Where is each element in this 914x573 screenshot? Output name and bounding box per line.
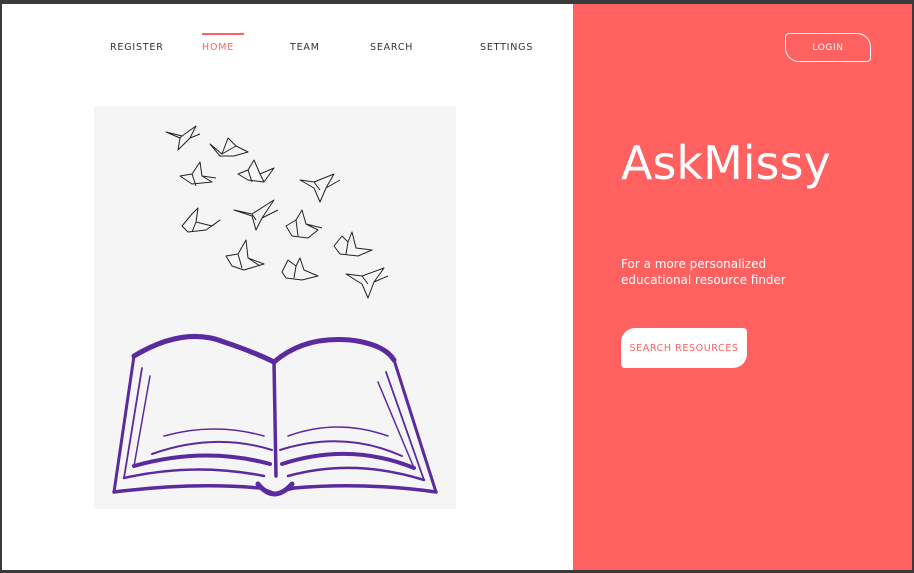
- app-window: REGISTER HOME TEAM SEARCH SETTINGS LOGIN…: [2, 4, 912, 570]
- nav-register[interactable]: REGISTER: [110, 42, 164, 53]
- origami-bird-icon: [237, 159, 275, 183]
- origami-bird-icon: [333, 231, 373, 257]
- active-tab-indicator: [202, 33, 244, 35]
- login-button[interactable]: LOGIN: [785, 33, 871, 62]
- hero-panel: LOGIN AskMissy For a more personalized e…: [573, 4, 912, 570]
- origami-bird-icon: [299, 173, 341, 203]
- open-book-icon: [112, 334, 438, 497]
- origami-bird-icon: [281, 257, 319, 281]
- nav-home[interactable]: HOME: [202, 42, 234, 53]
- origami-bird-icon: [345, 267, 389, 299]
- nav-team[interactable]: TEAM: [290, 42, 320, 53]
- origami-bird-icon: [179, 161, 217, 187]
- nav-settings[interactable]: SETTINGS: [480, 42, 533, 53]
- origami-bird-icon: [165, 125, 201, 151]
- tagline: For a more personalized educational reso…: [621, 257, 786, 287]
- origami-bird-icon: [225, 239, 265, 271]
- origami-bird-icon: [181, 207, 221, 233]
- origami-bird-icon: [285, 209, 323, 239]
- origami-bird-icon: [209, 137, 249, 157]
- book-illustration: [94, 106, 456, 509]
- brand-title: AskMissy: [621, 136, 831, 190]
- content-pane: REGISTER HOME TEAM SEARCH SETTINGS: [2, 4, 573, 570]
- nav-search[interactable]: SEARCH: [370, 42, 413, 53]
- origami-bird-icon: [233, 199, 279, 231]
- search-resources-button[interactable]: SEARCH RESOURCES: [621, 328, 747, 368]
- book-with-birds-icon: [112, 125, 438, 497]
